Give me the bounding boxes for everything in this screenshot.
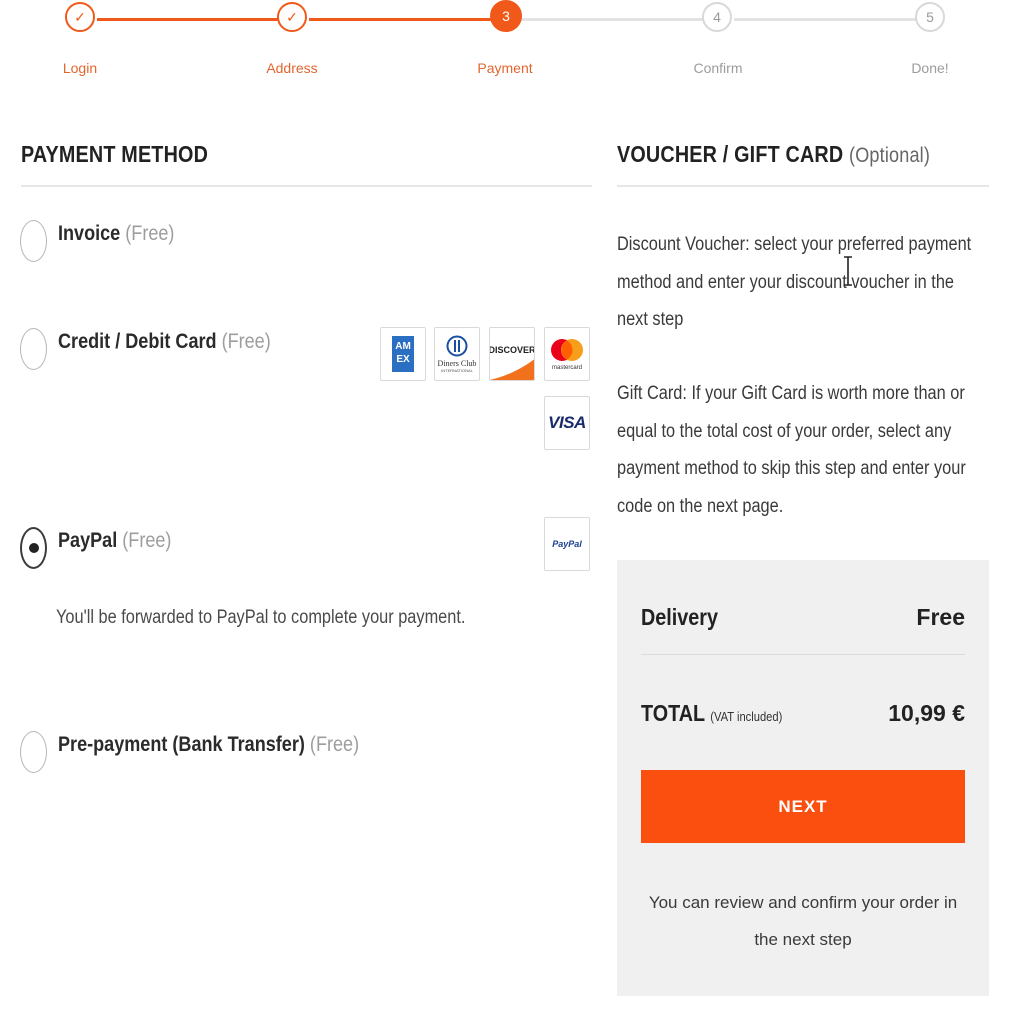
- diners-club-mark-icon: [446, 335, 468, 357]
- paypal-forward-note: You'll be forwarded to PayPal to complet…: [56, 607, 466, 628]
- paypal-logo-icon: PayPal: [544, 517, 590, 571]
- step-connector-done: [309, 18, 491, 21]
- step-label-confirm: Confirm: [693, 60, 743, 76]
- payment-option-invoice[interactable]: Invoice (Free): [20, 220, 592, 270]
- diners-club-subtext: INTERNATIONAL: [441, 368, 473, 373]
- step-4-indicator: 4: [702, 2, 732, 32]
- voucher-heading: VOUCHER / GIFT CARD (Optional): [617, 141, 931, 167]
- invoice-radio[interactable]: [20, 220, 47, 262]
- gift-card-info: Gift Card: If your Gift Card is worth mo…: [617, 383, 966, 517]
- diners-club-text: Diners Club: [437, 359, 477, 368]
- discover-swoosh-icon: [490, 359, 534, 380]
- checkout-stepper: ✓ ✓ 3 4 5 Login Address Payment Confirm …: [0, 0, 1024, 90]
- step-5-indicator: 5: [915, 2, 945, 32]
- review-note: You can review and confirm your order in…: [648, 893, 958, 949]
- order-summary: Delivery Free TOTAL (VAT included) 10,99 …: [617, 560, 989, 996]
- next-button[interactable]: NEXT: [641, 770, 965, 843]
- invoice-label[interactable]: Invoice (Free): [58, 222, 193, 246]
- amex-logo-icon: AM EX: [380, 327, 426, 381]
- payment-option-paypal[interactable]: PayPal (Free): [20, 527, 592, 577]
- summary-divider: [641, 654, 965, 655]
- paypal-radio[interactable]: [20, 527, 47, 569]
- visa-logo-icon: VISA: [544, 396, 590, 450]
- delivery-label: Delivery: [641, 604, 718, 630]
- discover-logo-icon: DISCOVER: [489, 327, 535, 381]
- paypal-label[interactable]: PayPal (Free): [58, 529, 190, 553]
- step-1-check-icon[interactable]: ✓: [65, 2, 95, 32]
- payment-method-heading: PAYMENT METHOD: [21, 141, 209, 167]
- step-connector-pending: [734, 18, 916, 21]
- bank-transfer-radio[interactable]: [20, 731, 47, 773]
- step-label-address[interactable]: Address: [232, 60, 352, 76]
- payment-divider: [21, 185, 592, 187]
- mastercard-logo-icon: mastercard: [544, 327, 590, 381]
- vat-note: (VAT included): [710, 709, 783, 724]
- bank-transfer-label[interactable]: Pre-payment (Bank Transfer) (Free): [58, 733, 408, 757]
- step-label-payment: Payment: [477, 60, 533, 76]
- diners-club-logo-icon: Diners Club INTERNATIONAL: [434, 327, 480, 381]
- discount-voucher-info: Discount Voucher: select your preferred …: [617, 234, 972, 330]
- step-label-done: Done!: [911, 60, 949, 76]
- total-label: TOTAL (VAT included): [641, 700, 783, 726]
- step-connector-done: [97, 18, 278, 21]
- step-3-indicator: 3: [490, 0, 522, 32]
- step-label-login[interactable]: Login: [20, 60, 140, 76]
- step-2-check-icon[interactable]: ✓: [277, 2, 307, 32]
- text-cursor-icon: [844, 256, 852, 286]
- card-radio[interactable]: [20, 328, 47, 370]
- payment-option-bank-transfer[interactable]: Pre-payment (Bank Transfer) (Free): [20, 731, 592, 781]
- delivery-value: Free: [916, 604, 965, 630]
- card-label[interactable]: Credit / Debit Card (Free): [58, 330, 305, 354]
- mastercard-circles-icon: [551, 338, 583, 361]
- total-value: 10,99 €: [888, 700, 965, 726]
- voucher-divider: [617, 185, 989, 187]
- step-connector-pending: [521, 18, 704, 21]
